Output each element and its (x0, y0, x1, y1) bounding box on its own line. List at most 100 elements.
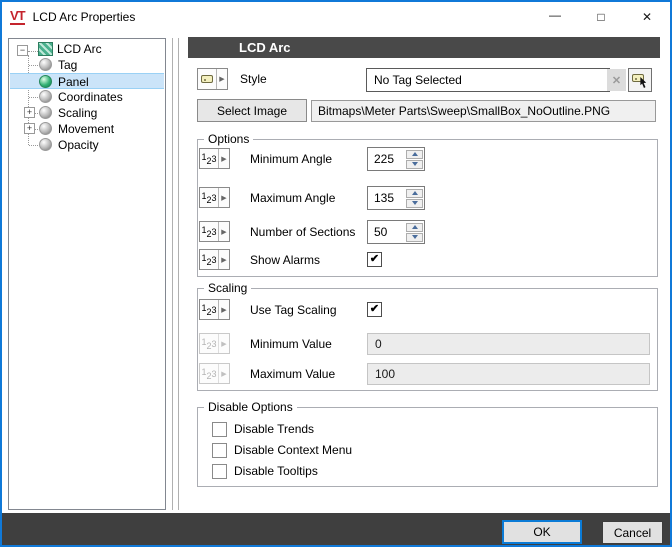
page-sphere-icon (39, 122, 52, 135)
page-sphere-icon (39, 106, 52, 119)
numeric-tag-button[interactable]: 123 ▶ (199, 249, 230, 270)
numeric-tag-button-disabled: 123 ▶ (199, 333, 230, 354)
clear-icon: ✕ (612, 74, 621, 87)
spin-up-button[interactable] (406, 223, 423, 232)
max-angle-spinner (367, 186, 425, 210)
group-title: Disable Options (204, 400, 297, 414)
max-value-field: 100 (367, 363, 650, 385)
dropdown-arrow-icon: ▶ (219, 364, 229, 383)
numeric-icon: 123 (200, 334, 219, 353)
page-sphere-icon (39, 58, 52, 71)
min-angle-label: Minimum Angle (250, 152, 332, 166)
sections-row: 123 ▶ Number of Sections (199, 221, 656, 243)
dropdown-arrow-icon: ▶ (219, 250, 229, 269)
down-arrow-icon (412, 235, 418, 239)
numeric-tag-button[interactable]: 123 ▶ (199, 221, 230, 242)
sections-label: Number of Sections (250, 225, 355, 239)
numeric-icon: 123 (200, 188, 219, 207)
vtscada-logo-icon: VT (10, 10, 25, 25)
disable-options-group: Disable Options Disable Trends Disable C… (197, 407, 658, 487)
expand-icon[interactable]: + (24, 107, 35, 118)
close-icon: ✕ (642, 10, 652, 24)
spin-down-button[interactable] (406, 233, 423, 242)
disable-tooltips-label: Disable Tooltips (234, 464, 318, 478)
numeric-icon: 123 (200, 149, 219, 168)
collapse-icon[interactable]: − (17, 45, 28, 56)
image-path-field[interactable]: Bitmaps\Meter Parts\Sweep\SmallBox_NoOut… (311, 100, 656, 122)
sections-input[interactable] (368, 221, 402, 243)
show-alarms-checkbox[interactable]: ✔ (367, 252, 382, 267)
minimize-button[interactable]: — (532, 2, 578, 32)
maximize-button[interactable]: □ (578, 2, 624, 32)
min-value-field: 0 (367, 333, 650, 355)
sections-spinner (367, 220, 425, 244)
down-arrow-icon (412, 201, 418, 205)
style-tag-combo-button[interactable]: ▶ (197, 68, 228, 90)
options-group: Options 123 ▶ Minimum Angle 123 (197, 139, 658, 277)
dropdown-arrow-icon: ▶ (219, 334, 229, 353)
dropdown-arrow-icon: ▶ (219, 300, 229, 319)
dropdown-arrow-icon: ▶ (219, 222, 229, 241)
numeric-tag-button[interactable]: 123 ▶ (199, 187, 230, 208)
max-angle-label: Maximum Angle (250, 191, 335, 205)
group-title: Options (204, 132, 253, 146)
spin-up-button[interactable] (406, 150, 423, 159)
spin-up-button[interactable] (406, 189, 423, 198)
clear-tag-button[interactable]: ✕ (607, 69, 626, 91)
tree-panel-splitter[interactable] (172, 38, 179, 510)
select-tag-button[interactable] (628, 68, 652, 92)
ok-button[interactable]: OK (502, 520, 582, 544)
tree-item-lcd-arc[interactable]: − LCD Arc (10, 41, 164, 57)
disable-context-menu-checkbox[interactable] (212, 443, 227, 458)
tree-item-label: Movement (58, 122, 114, 136)
maximize-icon: □ (597, 10, 604, 24)
max-value-label: Maximum Value (250, 367, 335, 381)
disable-tooltips-checkbox[interactable] (212, 464, 227, 479)
disable-context-menu-row: Disable Context Menu (199, 443, 656, 459)
tree-item-label: Opacity (58, 138, 99, 152)
window-title: LCD Arc Properties (33, 10, 136, 24)
tree-item-opacity[interactable]: Opacity (10, 137, 164, 153)
numeric-icon: 123 (200, 300, 219, 319)
tree-item-label: Tag (58, 58, 77, 72)
page-sphere-icon (39, 138, 52, 151)
group-title: Scaling (204, 281, 251, 295)
spin-down-button[interactable] (406, 160, 423, 169)
up-arrow-icon (412, 152, 418, 156)
tree-item-movement[interactable]: + Movement (10, 121, 164, 137)
disable-trends-row: Disable Trends (199, 422, 656, 438)
down-arrow-icon (412, 162, 418, 166)
disable-trends-checkbox[interactable] (212, 422, 227, 437)
expand-icon[interactable]: + (24, 123, 35, 134)
close-button[interactable]: ✕ (624, 2, 670, 32)
disable-context-menu-label: Disable Context Menu (234, 443, 352, 457)
tree-item-scaling[interactable]: + Scaling (10, 105, 164, 121)
min-value-label: Minimum Value (250, 337, 332, 351)
tree-item-tag[interactable]: Tag (10, 57, 164, 73)
tag-icon (201, 75, 213, 83)
lcd-arc-icon (38, 42, 53, 56)
cancel-button[interactable]: Cancel (602, 521, 663, 544)
max-angle-input[interactable] (368, 187, 402, 209)
min-angle-input[interactable] (368, 148, 402, 170)
disable-trends-label: Disable Trends (234, 422, 314, 436)
dropdown-arrow-icon: ▶ (219, 188, 229, 207)
max-value-row: 123 ▶ Maximum Value 100 (199, 363, 656, 385)
spin-down-button[interactable] (406, 199, 423, 208)
properties-panel: LCD Arc ▶ Style ✕ Select Image Bitmaps\M… (188, 37, 660, 510)
tree-item-panel[interactable]: Panel (10, 73, 164, 89)
disable-tooltips-row: Disable Tooltips (199, 464, 656, 480)
title-bar[interactable]: VT LCD Arc Properties — □ ✕ (2, 2, 670, 32)
tree-item-label: Scaling (58, 106, 97, 120)
tree-item-coordinates[interactable]: Coordinates (10, 89, 164, 105)
numeric-tag-button[interactable]: 123 ▶ (199, 148, 230, 169)
select-image-button[interactable]: Select Image (197, 99, 307, 122)
checkmark-icon: ✔ (370, 304, 379, 315)
max-angle-row: 123 ▶ Maximum Angle (199, 187, 656, 209)
page-sphere-icon-active (39, 75, 52, 88)
use-tag-scaling-checkbox[interactable]: ✔ (367, 302, 382, 317)
tree-connector (28, 51, 38, 52)
use-tag-scaling-label: Use Tag Scaling (250, 303, 337, 317)
numeric-tag-button[interactable]: 123 ▶ (199, 299, 230, 320)
style-value-input[interactable] (366, 68, 610, 92)
